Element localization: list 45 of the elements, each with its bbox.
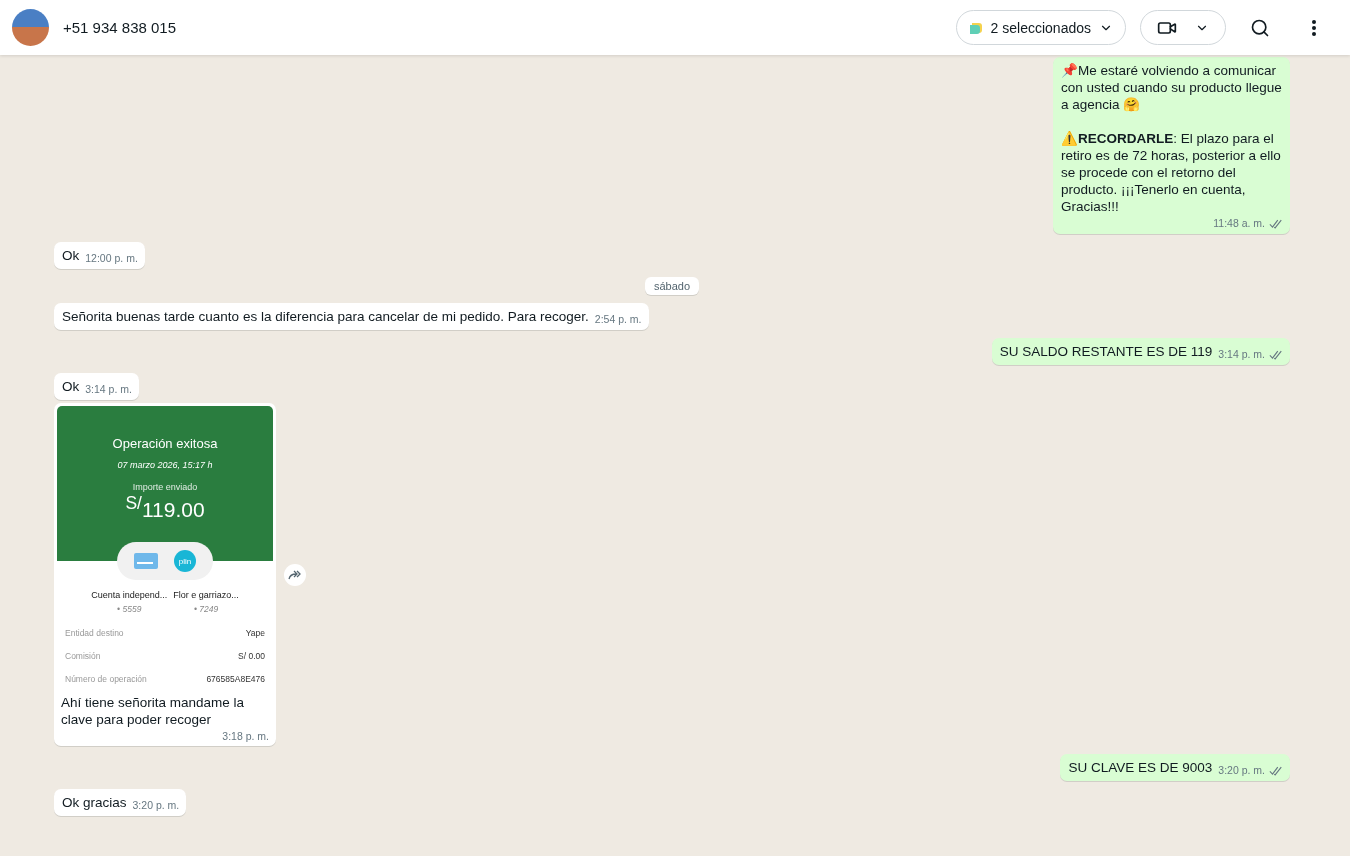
- account-number: • 7249: [193, 604, 219, 614]
- message-text: Ahí tiene señorita mandame la clave para poder recoger: [61, 694, 246, 728]
- amount-label: Importe enviado: [132, 482, 198, 492]
- date-separator: sábado: [644, 277, 700, 295]
- double-check-icon: [1269, 349, 1283, 360]
- receipt-title: Operación exitosa: [112, 436, 218, 451]
- video-call-button[interactable]: [1140, 10, 1226, 45]
- forward-button[interactable]: [284, 563, 306, 586]
- message-time: 3:14 p. m.: [84, 382, 132, 397]
- message-text: Ok: [62, 378, 80, 395]
- message-time: 2:54 p. m.: [593, 312, 642, 327]
- message-time: 3:20 p. m.: [131, 798, 180, 813]
- message-time: 3:18 p. m.: [221, 729, 269, 744]
- account-number: • 5559: [117, 604, 142, 614]
- labels-button[interactable]: 2 seleccionados: [955, 10, 1126, 45]
- detail-value: Yape: [245, 628, 265, 638]
- message-time: 3:20 p. m.: [1212, 762, 1283, 779]
- avatar[interactable]: [12, 9, 49, 46]
- message-time: 3:14 p. m.: [1212, 346, 1283, 363]
- message-text: Ok gracias: [62, 794, 127, 811]
- message-text: SU CLAVE ES DE 9003: [1068, 759, 1213, 776]
- forward-icon: [288, 569, 302, 580]
- message-text: SU SALDO RESTANTE ES DE 119: [999, 343, 1213, 360]
- search-icon: [1250, 17, 1270, 38]
- account-name: Flor e garriazo...: [173, 590, 239, 600]
- detail-value: 676585A8E476: [206, 674, 265, 684]
- contact-name[interactable]: +51 934 838 015: [63, 19, 942, 36]
- message-time: 11:48 a. m.: [1207, 215, 1283, 232]
- detail-label: Entidad destino: [65, 628, 124, 638]
- amount-text: $^{S/}$119.00: [125, 493, 205, 522]
- detail-label: Comisión: [65, 651, 101, 661]
- message-time: 12:00 p. m.: [84, 251, 138, 266]
- label-icon: [968, 21, 983, 34]
- message-text: Ok: [62, 247, 80, 264]
- message-text: 📌Me estaré volviendo a comunicar con usted cuando su producto llegue a agencia 🤗 ⚠RECORDARLE: El plazo para el retiro es de 72 horas, posterior a ello se procede con el retorno del producto. ¡¡¡Tenerlo en cuenta, Gracias!!!: [1061, 62, 1283, 215]
- menu-icon: [1312, 19, 1316, 36]
- double-check-icon: [1269, 765, 1283, 776]
- detail-label: Número de operación: [65, 674, 147, 684]
- account-name: Cuenta independ...: [91, 590, 168, 600]
- detail-value: S/ 0.00: [238, 651, 265, 661]
- message-text: Señorita buenas tarde cuanto es la diferencia para cancelar de mi pedido. Para recoger.: [62, 308, 589, 325]
- receipt-date: 07 marzo 2026, 15:17 h: [117, 460, 213, 470]
- card-icon: [134, 553, 158, 569]
- double-check-icon: [1269, 218, 1283, 229]
- plin-logo: plin: [174, 550, 196, 572]
